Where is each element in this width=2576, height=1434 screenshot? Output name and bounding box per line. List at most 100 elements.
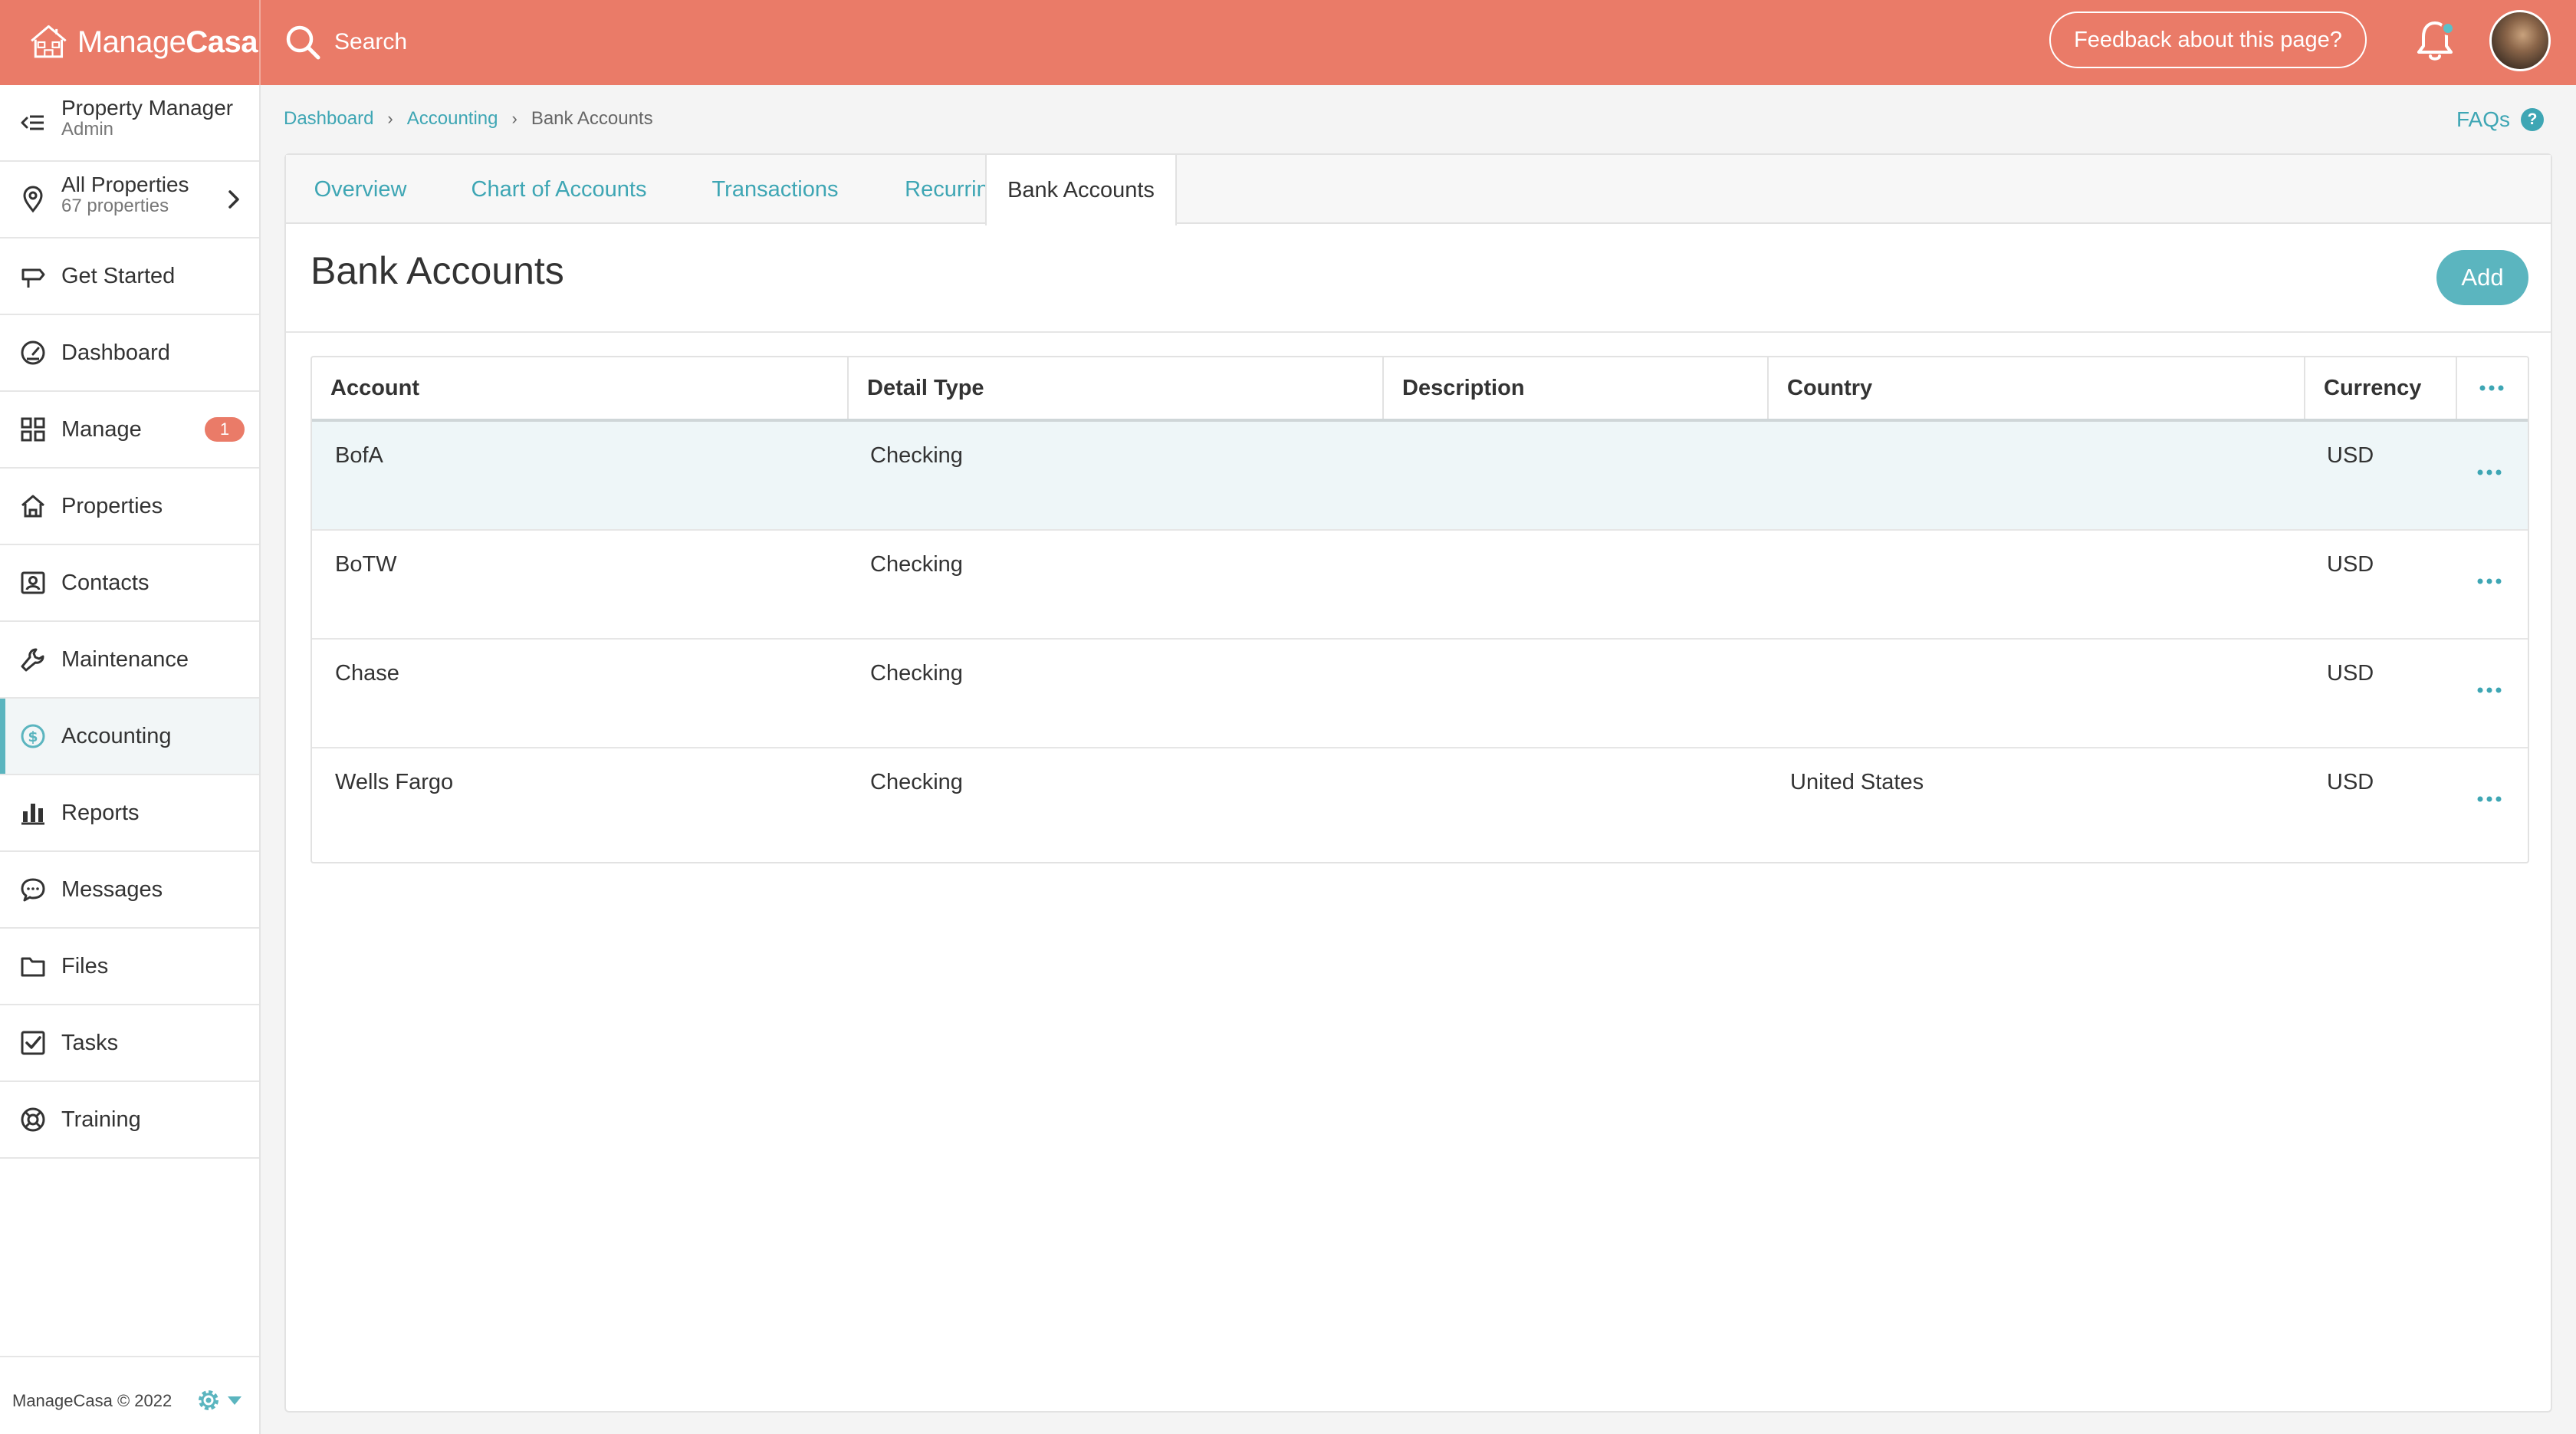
caret-down-icon[interactable] xyxy=(225,1394,244,1406)
house-icon xyxy=(18,492,48,521)
feedback-button[interactable]: Feedback about this page? xyxy=(2049,12,2367,68)
add-button[interactable]: Add xyxy=(2436,250,2528,305)
breadcrumb-current: Bank Accounts xyxy=(531,108,653,129)
bank-accounts-table: Account Detail Type Description Country … xyxy=(310,356,2529,863)
column-header-detail-type[interactable]: Detail Type xyxy=(849,357,1384,419)
grid-icon xyxy=(18,415,48,444)
folder-icon xyxy=(18,952,48,981)
contact-card-icon xyxy=(18,568,48,597)
tab-transactions[interactable]: Transactions xyxy=(685,155,866,224)
sidebar-item-label: Accounting xyxy=(61,723,172,748)
sidebar-item-tasks[interactable]: Tasks xyxy=(0,1005,259,1082)
tab-bar: Overview Chart of Accounts Transactions … xyxy=(286,155,2551,225)
checkbox-icon xyxy=(18,1028,48,1057)
table-row[interactable]: Wells Fargo Checking United States USD xyxy=(312,748,2528,857)
row-options-icon[interactable] xyxy=(2474,468,2505,477)
sidebar-item-training[interactable]: Training xyxy=(0,1082,259,1159)
faqs-link[interactable]: FAQs ? xyxy=(2456,104,2545,135)
table-header: Account Detail Type Description Country … xyxy=(312,357,2528,422)
chat-bubble-icon xyxy=(18,875,48,904)
tab-chart-of-accounts[interactable]: Chart of Accounts xyxy=(447,155,671,224)
manage-count-badge: 1 xyxy=(205,417,245,442)
column-header-account[interactable]: Account xyxy=(312,357,849,419)
location-pin-icon xyxy=(18,185,48,214)
sidebar-item-label: Tasks xyxy=(61,1030,119,1055)
chevron-right-icon xyxy=(228,190,239,209)
tab-bank-accounts[interactable]: Bank Accounts xyxy=(985,155,1177,225)
brand-name: ManageCasa xyxy=(77,25,258,59)
lifebuoy-icon xyxy=(18,1105,48,1134)
top-bar: ManageCasa Search Feedback about this pa… xyxy=(0,0,2576,85)
user-info: Property Manager Admin xyxy=(61,97,233,140)
cell-account: BofA xyxy=(335,443,383,468)
dollar-circle-icon: $ xyxy=(18,722,48,751)
sidebar-item-get-started[interactable]: Get Started xyxy=(0,238,259,315)
user-name: Property Manager xyxy=(61,96,234,120)
cell-account: BoTW xyxy=(335,552,397,577)
sidebar-item-label: Get Started xyxy=(61,263,176,288)
sidebar-item-messages[interactable]: Messages xyxy=(0,852,259,929)
gear-icon[interactable] xyxy=(195,1386,222,1414)
row-options-icon[interactable] xyxy=(2474,686,2505,695)
cell-detail-type: Checking xyxy=(870,552,963,577)
tab-overview[interactable]: Overview xyxy=(303,155,418,224)
cell-account: Chase xyxy=(335,661,399,686)
search-label: Search xyxy=(334,29,408,54)
avatar[interactable] xyxy=(2489,10,2551,71)
sidebar-item-label: Reports xyxy=(61,800,140,825)
sidebar-all-properties[interactable]: All Properties 67 properties xyxy=(0,162,259,238)
row-options-icon[interactable] xyxy=(2474,794,2505,804)
properties-count: 67 properties xyxy=(61,196,169,216)
sidebar-footer: ManageCasa © 2022 xyxy=(0,1356,259,1434)
sidebar-item-label: Training xyxy=(61,1107,141,1132)
main-card: Overview Chart of Accounts Transactions … xyxy=(284,153,2552,1413)
sidebar-item-label: Properties xyxy=(61,493,163,518)
sidebar-item-manage[interactable]: Manage 1 xyxy=(0,392,259,469)
column-header-description[interactable]: Description xyxy=(1384,357,1769,419)
sidebar-item-dashboard[interactable]: Dashboard xyxy=(0,315,259,392)
cell-currency: USD xyxy=(2327,770,2374,794)
notification-dot xyxy=(2441,21,2455,35)
cell-account: Wells Fargo xyxy=(335,770,454,794)
table-row[interactable]: Chase Checking USD xyxy=(312,640,2528,748)
faqs-label: FAQs xyxy=(2456,107,2511,131)
column-header-country[interactable]: Country xyxy=(1769,357,2305,419)
sidebar-user[interactable]: Property Manager Admin xyxy=(0,85,259,162)
row-options-icon[interactable] xyxy=(2474,577,2505,586)
sidebar-item-label: Maintenance xyxy=(61,646,189,672)
sidebar-item-accounting[interactable]: $ Accounting xyxy=(0,699,259,775)
sidebar-item-label: Manage xyxy=(61,416,142,442)
cell-currency: USD xyxy=(2327,443,2374,468)
sidebar-item-label: Contacts xyxy=(61,570,150,595)
table-row[interactable]: BoTW Checking USD xyxy=(312,531,2528,640)
cell-currency: USD xyxy=(2327,661,2374,686)
user-role: Admin xyxy=(61,119,114,140)
bar-chart-icon xyxy=(18,798,48,827)
cell-country: United States xyxy=(1790,770,1924,794)
breadcrumb-dashboard[interactable]: Dashboard xyxy=(284,108,373,130)
breadcrumb-accounting[interactable]: Accounting xyxy=(407,108,498,130)
divider xyxy=(286,331,2551,333)
sidebar-item-properties[interactable]: Properties xyxy=(0,469,259,545)
column-options-icon[interactable] xyxy=(2456,357,2528,419)
cell-currency: USD xyxy=(2327,552,2374,577)
gauge-icon xyxy=(18,338,48,367)
properties-label: All Properties xyxy=(61,173,189,196)
sidebar-item-files[interactable]: Files xyxy=(0,929,259,1005)
signpost-icon xyxy=(18,261,48,291)
breadcrumb: Dashboard › Accounting › Bank Accounts xyxy=(284,106,653,132)
search-icon xyxy=(286,25,320,60)
sidebar-item-reports[interactable]: Reports xyxy=(0,775,259,852)
topbar-divider xyxy=(259,0,261,85)
wrench-icon xyxy=(18,645,48,674)
sidebar: Property Manager Admin All Properties 67… xyxy=(0,85,261,1434)
search-box[interactable]: Search xyxy=(284,18,590,66)
sidebar-item-contacts[interactable]: Contacts xyxy=(0,545,259,622)
copyright-text: ManageCasa © 2022 xyxy=(12,1391,172,1410)
table-row[interactable]: BofA Checking USD xyxy=(312,422,2528,531)
managecasa-logo[interactable]: ManageCasa xyxy=(28,14,258,71)
column-header-currency[interactable]: Currency xyxy=(2305,357,2457,419)
properties-info: All Properties 67 properties xyxy=(61,174,189,217)
collapse-menu-icon[interactable] xyxy=(18,108,48,137)
sidebar-item-maintenance[interactable]: Maintenance xyxy=(0,622,259,699)
